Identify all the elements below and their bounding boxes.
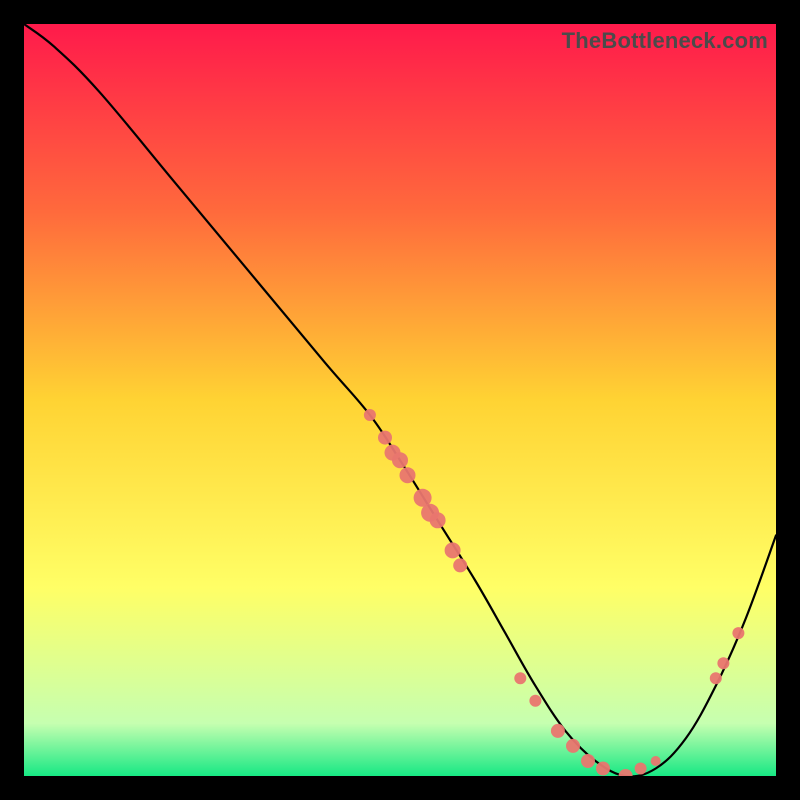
- watermark-text: TheBottleneck.com: [562, 28, 768, 54]
- highlight-point: [551, 724, 565, 738]
- highlight-point: [581, 754, 595, 768]
- highlight-point: [392, 452, 408, 468]
- plot-area: TheBottleneck.com: [24, 24, 776, 776]
- chart-svg: [24, 24, 776, 776]
- highlight-point: [566, 739, 580, 753]
- highlight-point: [710, 672, 722, 684]
- highlight-point: [596, 762, 610, 776]
- chart-container: TheBottleneck.com: [0, 0, 800, 800]
- highlight-point: [514, 672, 526, 684]
- highlight-point: [732, 627, 744, 639]
- highlight-point: [445, 542, 461, 558]
- highlight-point: [400, 467, 416, 483]
- highlight-point: [635, 763, 647, 775]
- highlight-point: [378, 431, 392, 445]
- highlight-point: [453, 558, 467, 572]
- highlight-point: [430, 512, 446, 528]
- highlight-point: [651, 756, 661, 766]
- highlight-point: [529, 695, 541, 707]
- highlight-point: [717, 657, 729, 669]
- highlight-point: [364, 409, 376, 421]
